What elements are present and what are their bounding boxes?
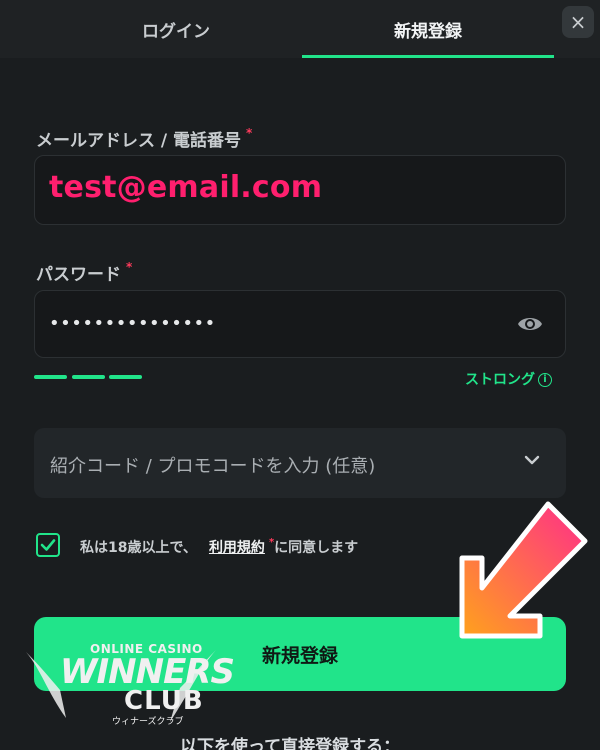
chevron-down-icon	[524, 455, 540, 465]
tab-login[interactable]: ログイン	[50, 0, 302, 58]
strength-segment	[109, 375, 142, 379]
tab-register[interactable]: 新規登録	[302, 0, 554, 58]
terms-link[interactable]: 利用規約	[209, 540, 265, 556]
required-mark: *	[246, 126, 253, 140]
email-label: メールアドレス / 電話番号 *	[36, 126, 253, 151]
info-icon[interactable]: i	[538, 373, 552, 387]
email-field[interactable]: test@email.com	[34, 155, 566, 225]
active-tab-indicator	[302, 55, 554, 58]
direct-register-text: 以下を使って直接登録する：	[180, 737, 401, 750]
close-button[interactable]: ×	[562, 6, 594, 38]
eye-icon[interactable]	[517, 314, 543, 334]
promo-code-label: 紹介コード / プロモコードを入力 (任意)	[50, 456, 376, 477]
age-terms-checkbox[interactable]	[36, 533, 60, 557]
strength-label: ストロング i	[465, 369, 552, 389]
check-icon	[40, 539, 56, 551]
watermark-logo: ONLINE CASINO WINNERS CLUB ウィナーズクラブ	[20, 638, 235, 728]
agreement-text: 私は18歳以上で、 利用規約 *に同意します	[80, 537, 359, 556]
auth-tabs: ログイン 新規登録	[0, 0, 600, 58]
promo-code-dropdown[interactable]: 紹介コード / プロモコードを入力 (任意)	[34, 428, 566, 498]
password-value: •••••••••••••••	[49, 313, 216, 334]
required-mark: *	[126, 260, 133, 274]
close-icon: ×	[569, 10, 587, 34]
strength-segment	[72, 375, 105, 379]
pointer-arrow-icon	[459, 501, 588, 639]
password-label: パスワード *	[36, 260, 133, 285]
email-value: test@email.com	[49, 170, 323, 205]
password-field[interactable]: •••••••••••••••	[34, 290, 566, 358]
strength-segment	[34, 375, 67, 379]
